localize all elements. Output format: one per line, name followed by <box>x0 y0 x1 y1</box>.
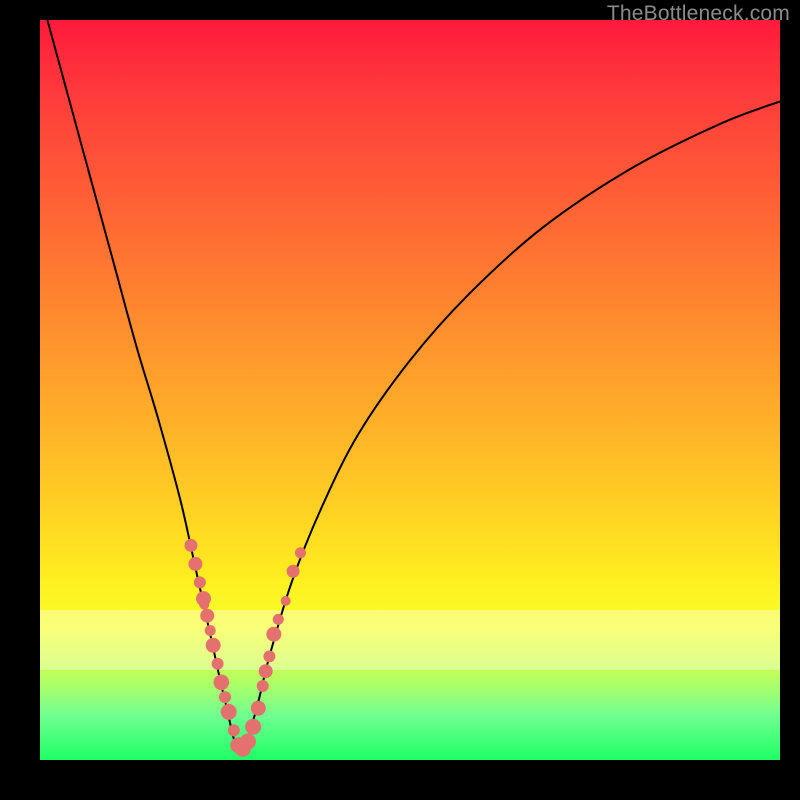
data-marker <box>263 650 275 662</box>
watermark-text: TheBottleneck.com <box>607 2 790 26</box>
data-marker <box>214 675 230 691</box>
data-marker <box>221 704 237 720</box>
data-marker <box>281 596 291 606</box>
data-marker <box>257 680 269 692</box>
chart-svg <box>40 20 780 760</box>
data-marker <box>295 547 306 558</box>
data-marker <box>287 565 300 578</box>
data-marker <box>206 638 221 653</box>
data-marker <box>199 600 209 610</box>
data-marker <box>245 719 261 735</box>
data-marker <box>205 625 216 636</box>
data-marker <box>273 614 284 625</box>
data-marker <box>266 627 281 642</box>
data-marker <box>259 664 273 678</box>
data-marker <box>228 724 240 736</box>
data-marker <box>184 539 197 552</box>
data-marker <box>251 701 266 716</box>
data-marker <box>212 658 224 670</box>
data-marker <box>194 576 206 588</box>
data-marker <box>200 609 214 623</box>
data-marker <box>188 557 202 571</box>
marker-cluster <box>184 539 306 757</box>
data-marker <box>219 691 231 703</box>
bottleneck-curve <box>47 20 780 753</box>
data-marker <box>240 734 256 750</box>
